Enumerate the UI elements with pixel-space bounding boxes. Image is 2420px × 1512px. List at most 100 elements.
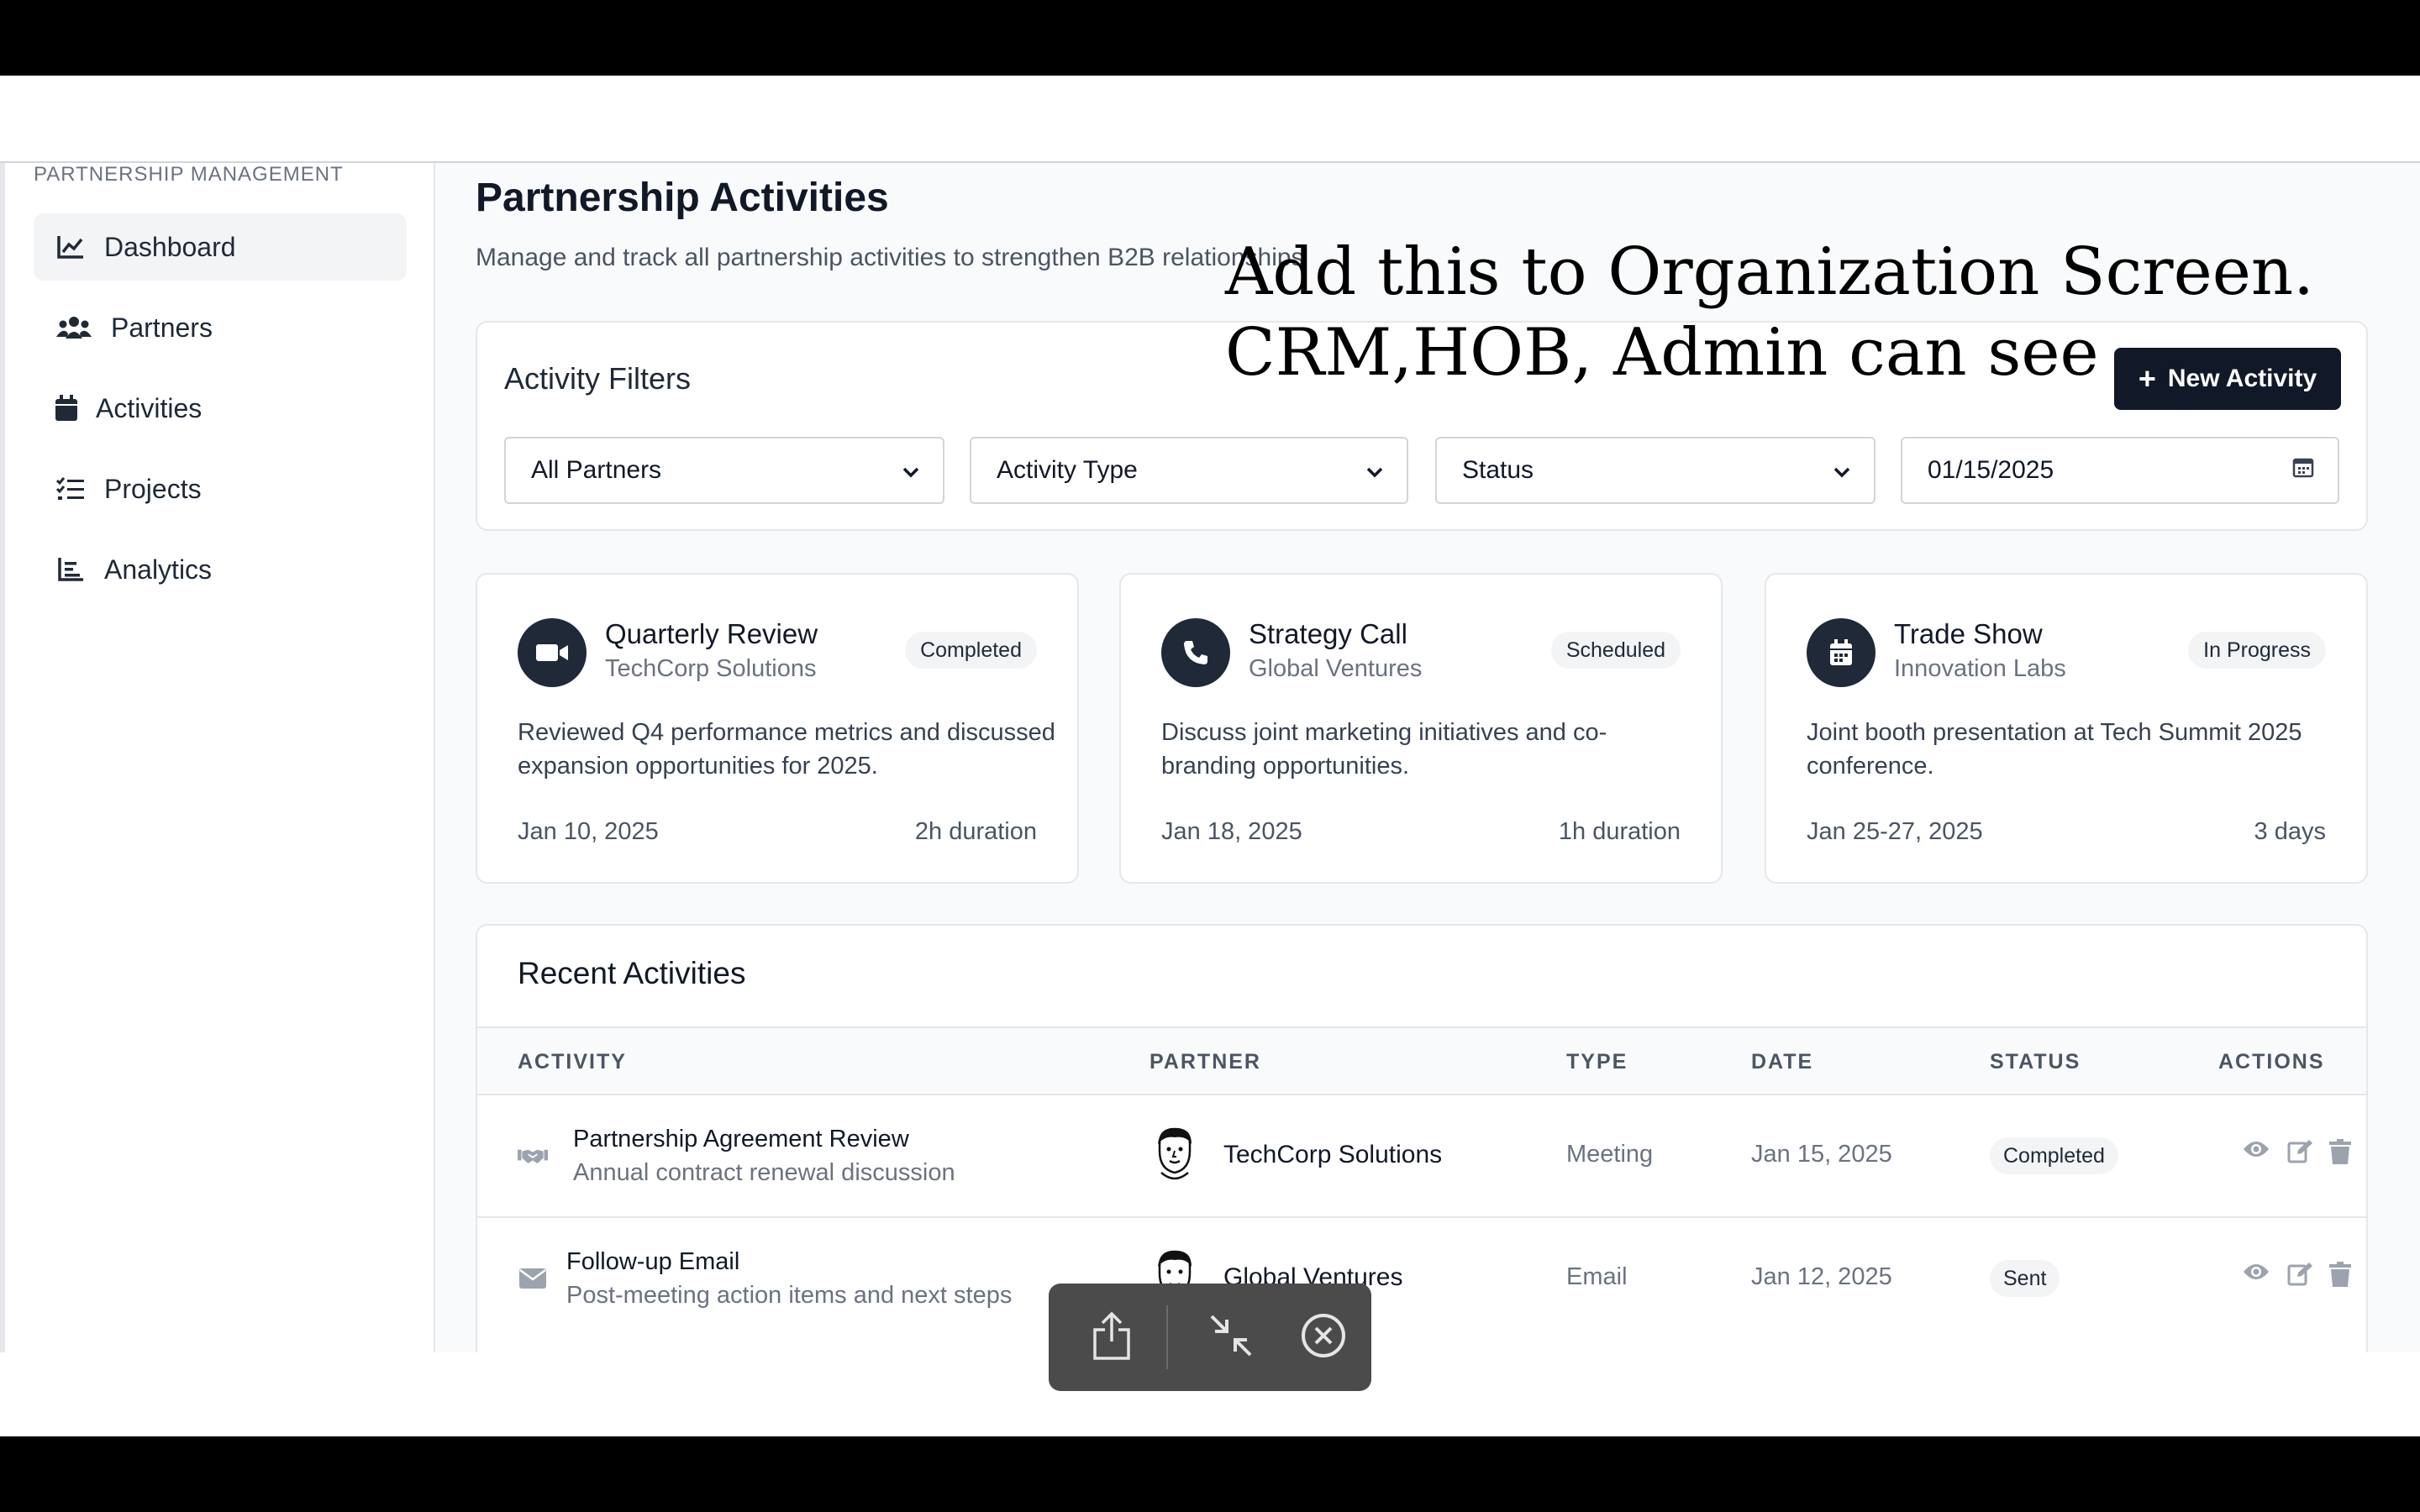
sidebar-item-label: Dashboard (104, 231, 236, 262)
activity-card-partner: TechCorp Solutions (605, 655, 817, 682)
recent-activities-title: Recent Activities (518, 956, 746, 990)
video-icon (518, 618, 587, 687)
envelope-icon (518, 1265, 548, 1292)
chevron-down-icon (902, 456, 919, 485)
close-button[interactable] (1277, 1284, 1370, 1391)
status-badge: In Progress (2188, 632, 2326, 669)
share-button[interactable] (1065, 1284, 1158, 1391)
activity-card-date: Jan 25-27, 2025 (1807, 818, 1983, 845)
eye-icon[interactable] (2242, 1139, 2270, 1168)
calendar-icon[interactable] (2292, 456, 2314, 485)
chevron-down-icon (1366, 456, 1383, 485)
sidebar-item-activities[interactable]: Activities (34, 375, 407, 442)
chevron-down-icon (1833, 456, 1850, 485)
trash-icon[interactable] (2329, 1139, 2351, 1168)
row-title: Follow-up Email (566, 1248, 740, 1275)
avatar (1150, 1126, 1200, 1184)
partners-select[interactable]: All Partners (504, 437, 944, 504)
status-badge: Sent (1990, 1260, 2060, 1297)
sidebar-item-label: Activities (96, 392, 203, 423)
chart-bar-icon (54, 553, 87, 586)
sidebar-item-label: Analytics (104, 554, 213, 585)
row-title: Partnership Agreement Review (573, 1126, 909, 1152)
activity-card-description: Joint booth presentation at Tech Summit … (1807, 719, 2302, 780)
activity-card-title: Trade Show (1894, 618, 2043, 649)
activity-card[interactable]: Trade Show Innovation Labs In Progress J… (1765, 573, 2368, 884)
sidebar-item-dashboard[interactable]: Dashboard (34, 213, 407, 281)
top-blank-area (0, 76, 2420, 161)
sidebar-item-label: Projects (104, 473, 202, 504)
status-select[interactable]: Status (1435, 437, 1876, 504)
activity-type-select-value: Activity Type (997, 456, 1138, 484)
row-date: Jan 12, 2025 (1751, 1263, 1892, 1290)
row-partner: TechCorp Solutions (1223, 1141, 1443, 1168)
row-date: Jan 15, 2025 (1751, 1141, 1892, 1168)
column-header-status: STATUS (1990, 1050, 2081, 1074)
activity-card-description: Discuss joint marketing initiatives and … (1161, 719, 1607, 780)
activity-card-partner: Global Ventures (1249, 655, 1423, 682)
users-icon (54, 311, 94, 344)
collapse-icon (1208, 1313, 1254, 1362)
activity-card-duration: 1h duration (1558, 818, 1681, 845)
activity-card-date: Jan 10, 2025 (518, 818, 659, 845)
share-icon (1092, 1311, 1132, 1364)
column-header-actions: ACTIONS (2218, 1050, 2325, 1074)
sidebar-heading: PARTNERSHIP MANAGEMENT (34, 163, 344, 186)
toolbar-divider (1166, 1305, 1168, 1369)
floating-toolbar (1049, 1284, 1371, 1391)
status-badge: Scheduled (1550, 632, 1681, 669)
date-input-value: 01/15/2025 (1928, 456, 2054, 484)
handshake-icon (518, 1142, 548, 1169)
activity-type-select[interactable]: Activity Type (970, 437, 1408, 504)
status-badge: Completed (905, 632, 1037, 669)
partners-select-value: All Partners (531, 456, 662, 484)
close-icon (1300, 1312, 1347, 1363)
minimize-button[interactable] (1185, 1284, 1277, 1391)
trash-icon[interactable] (2329, 1262, 2351, 1291)
column-header-partner: PARTNER (1150, 1050, 1261, 1074)
list-check-icon (54, 472, 87, 506)
letterbox-top (0, 0, 2420, 76)
edit-icon[interactable] (2287, 1262, 2312, 1291)
activity-card[interactable]: Strategy Call Global Ventures Scheduled … (1119, 573, 1723, 884)
sidebar: PARTNERSHIP MANAGEMENT Dashboard Partner… (5, 163, 435, 1352)
activity-card-date: Jan 18, 2025 (1161, 818, 1302, 845)
page-subtitle: Manage and track all partnership activit… (476, 244, 1304, 271)
row-type: Email (1566, 1263, 1628, 1290)
table-row[interactable]: Follow-up Email Post-meeting action item… (477, 1216, 2366, 1339)
activity-card-duration: 3 days (2254, 818, 2326, 845)
edit-icon[interactable] (2287, 1139, 2312, 1168)
date-input[interactable]: 01/15/2025 (1901, 437, 2339, 504)
annotation-line: CRM,HOB, Admin can see (1225, 315, 2099, 391)
activity-card-title: Strategy Call (1249, 618, 1407, 649)
sidebar-item-projects[interactable]: Projects (34, 455, 407, 522)
activity-card-duration: 2h duration (914, 818, 1037, 845)
chart-line-icon (54, 230, 87, 264)
sidebar-item-partners[interactable]: Partners (34, 294, 407, 361)
eye-icon[interactable] (2242, 1262, 2270, 1291)
filters-title: Activity Filters (504, 361, 692, 396)
column-header-date: DATE (1751, 1050, 1814, 1074)
activity-card[interactable]: Quarterly Review TechCorp Solutions Comp… (476, 573, 1079, 884)
activity-card-description: Reviewed Q4 performance metrics and disc… (518, 719, 1055, 780)
activity-card-partner: Innovation Labs (1894, 655, 2066, 682)
letterbox-bottom (0, 1436, 2420, 1512)
row-type: Meeting (1566, 1141, 1654, 1168)
row-actions (2242, 1262, 2351, 1291)
row-subtitle: Post-meeting action items and next steps (566, 1282, 1013, 1309)
status-badge: Completed (1990, 1137, 2118, 1174)
row-actions (2242, 1139, 2351, 1168)
column-header-activity: ACTIVITY (518, 1050, 627, 1074)
calendar-icon (54, 391, 79, 425)
sidebar-item-analytics[interactable]: Analytics (34, 536, 407, 603)
calendar-icon (1807, 618, 1876, 687)
sidebar-item-label: Partners (111, 312, 213, 343)
column-header-type: TYPE (1566, 1050, 1628, 1074)
row-subtitle: Annual contract renewal discussion (573, 1159, 955, 1186)
annotation-line: Add this to Organization Screen. (1225, 234, 2314, 310)
table-row[interactable]: Partnership Agreement Review Annual cont… (477, 1094, 2366, 1216)
phone-icon (1161, 618, 1230, 687)
recent-activities-card: Recent Activities ACTIVITY PARTNER TYPE … (476, 924, 2368, 1352)
activity-card-title: Quarterly Review (605, 618, 818, 649)
table-header: ACTIVITY PARTNER TYPE DATE STATUS ACTION… (477, 1026, 2366, 1094)
